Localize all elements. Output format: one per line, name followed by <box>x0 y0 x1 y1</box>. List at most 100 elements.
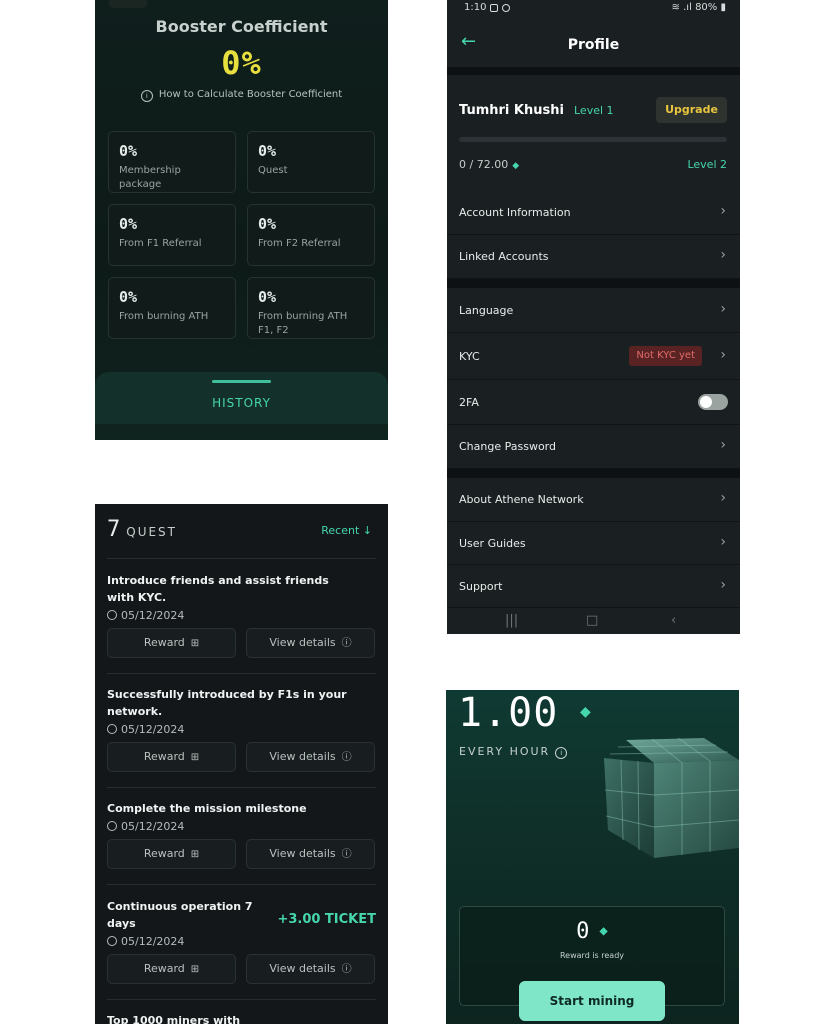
view-details-button[interactable]: View details ⓘ <box>246 839 375 869</box>
reward-label: Reward <box>143 962 185 975</box>
2fa-toggle[interactable] <box>698 394 728 410</box>
reward-button[interactable]: Reward ⊞ <box>107 628 236 658</box>
rate-period-text: EVERY HOUR <box>459 745 551 758</box>
menu-label: Linked Accounts <box>459 250 549 263</box>
android-nav-bar: ||| □ ‹ <box>447 608 740 634</box>
battery-icon: ▮ <box>720 2 726 13</box>
divider <box>107 558 376 559</box>
quest-date-text: 05/12/2024 <box>121 609 185 622</box>
next-level: Level 2 <box>687 158 727 171</box>
stat-label: From burning ATH <box>119 311 209 322</box>
reward-label: Reward <box>143 636 185 649</box>
view-details-button[interactable]: View details ⓘ <box>246 628 375 658</box>
quest-date-text: 05/12/2024 <box>121 935 185 948</box>
profile-header: ← Profile <box>447 17 740 67</box>
menu-user-guides[interactable]: User Guides › <box>447 522 740 565</box>
how-to-calculate-link[interactable]: i How to Calculate Booster Coefficient <box>95 89 388 102</box>
quest-date: 05/12/2024 <box>107 820 376 833</box>
profile-panel: 1:10 ≋ .ıl 80% ▮ ← Profile Tumhri Khushi… <box>447 0 740 634</box>
stat-label: From burning ATH F1, F2 <box>258 311 348 336</box>
clock-icon <box>107 610 117 620</box>
quest-date: 05/12/2024 <box>107 935 376 948</box>
gift-icon: ⊞ <box>190 849 200 860</box>
quest-date: 05/12/2024 <box>107 609 376 622</box>
quest-item: Successfully introduced by F1s in your n… <box>107 686 376 772</box>
home-icon[interactable]: □ <box>586 613 598 628</box>
view-details-button[interactable]: View details ⓘ <box>246 742 375 772</box>
menu-label: User Guides <box>459 537 526 550</box>
clock-icon <box>107 821 117 831</box>
menu-change-password[interactable]: Change Password › <box>447 425 740 469</box>
stat-label: Quest <box>258 165 288 176</box>
reward-button[interactable]: Reward ⊞ <box>107 839 236 869</box>
menu-about[interactable]: About Athene Network › <box>447 478 740 522</box>
mining-balance: 0 ◆ <box>460 919 724 944</box>
divider <box>107 787 376 788</box>
reward-label: Reward <box>143 750 185 763</box>
chevron-right-icon: › <box>720 490 726 506</box>
booster-panel: Booster Coefficient 0% i How to Calculate… <box>95 0 388 440</box>
stat-value: 0% <box>258 288 277 306</box>
stat-value: 0% <box>119 142 138 160</box>
history-drawer[interactable]: HISTORY <box>95 372 388 424</box>
divider <box>107 999 376 1000</box>
info-icon: ⓘ <box>341 849 352 860</box>
stat-card-burning-ath-f1f2: 0% From burning ATH F1, F2 <box>247 277 375 339</box>
top-tab <box>109 0 147 8</box>
menu-linked-accounts[interactable]: Linked Accounts › <box>447 235 740 279</box>
gift-icon: ⊞ <box>190 752 200 763</box>
progress-text: 0 / 72.00 ◆ <box>459 158 519 171</box>
start-mining-button[interactable]: Start mining <box>519 981 665 1021</box>
quest-date-text: 05/12/2024 <box>121 723 185 736</box>
reward-button[interactable]: Reward ⊞ <box>107 742 236 772</box>
sort-label: Recent <box>321 524 360 537</box>
reward-label: Reward <box>143 847 185 860</box>
status-right: ≋ .ıl 80% ▮ <box>672 2 726 13</box>
menu-label: Change Password <box>459 440 556 453</box>
stat-card-quest: 0% Quest <box>247 131 375 193</box>
menu-kyc[interactable]: KYC Not KYC yet › <box>447 333 740 380</box>
level-progress-bar <box>459 137 727 142</box>
info-icon: i <box>140 90 153 102</box>
upgrade-button[interactable]: Upgrade <box>656 97 727 123</box>
divider <box>447 279 740 288</box>
chevron-right-icon: › <box>720 437 726 453</box>
chevron-right-icon: › <box>720 301 726 317</box>
stat-value: 0% <box>258 215 277 233</box>
stat-card-burning-ath: 0% From burning ATH <box>108 277 236 339</box>
diamond-icon: ◆ <box>512 161 520 171</box>
diamond-icon: ◆ <box>599 923 608 939</box>
quest-title: Successfully introduced by F1s in your n… <box>107 688 347 718</box>
stat-label: Membership package <box>119 165 181 190</box>
details-label: View details <box>269 750 336 763</box>
quest-item: Top 1000 miners with <box>107 1012 376 1024</box>
quest-item: Continuous operation 7 days 05/12/2024 +… <box>107 898 376 984</box>
info-icon: ⓘ <box>341 752 352 763</box>
history-label: HISTORY <box>212 396 271 410</box>
clock-icon <box>107 936 117 946</box>
recents-icon[interactable]: ||| <box>505 613 518 628</box>
menu-support[interactable]: Support › <box>447 565 740 608</box>
info-icon[interactable]: i <box>555 747 568 759</box>
signal-icon: .ıl <box>683 2 692 13</box>
stat-card-f1-referral: 0% From F1 Referral <box>108 204 236 266</box>
chevron-right-icon: › <box>720 347 726 363</box>
divider <box>107 673 376 674</box>
view-details-button[interactable]: View details ⓘ <box>246 954 375 984</box>
back-icon[interactable]: ‹ <box>671 613 676 628</box>
drawer-handle[interactable] <box>212 380 271 383</box>
toggle-knob <box>700 396 712 408</box>
quest-item: Introduce friends and assist friends wit… <box>107 572 376 658</box>
menu-language[interactable]: Language › <box>447 288 740 333</box>
wifi-icon: ≋ <box>671 2 680 13</box>
cube-illustration <box>604 737 739 858</box>
sort-recent-button[interactable]: Recent ↓ <box>321 524 372 537</box>
quest-heading: 7 QUEST <box>107 517 177 542</box>
booster-title: Booster Coefficient <box>155 17 328 36</box>
cube-front-face <box>654 760 739 858</box>
clock-icon <box>107 724 117 734</box>
quest-count: 7 <box>107 517 121 542</box>
quest-title: Introduce friends and assist friends wit… <box>107 574 329 604</box>
menu-account-information[interactable]: Account Information › <box>447 191 740 235</box>
reward-button[interactable]: Reward ⊞ <box>107 954 236 984</box>
